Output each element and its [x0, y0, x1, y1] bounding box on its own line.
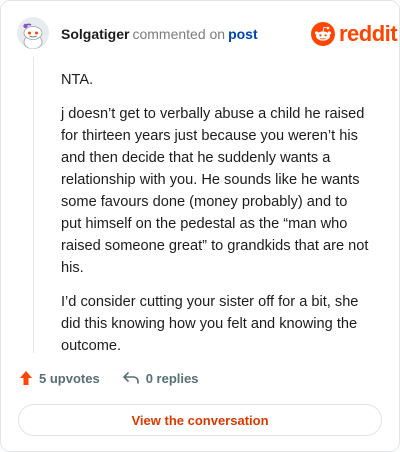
- username-link[interactable]: Solgatiger: [61, 26, 129, 42]
- reddit-wordmark: reddit: [339, 21, 398, 46]
- comment-actions: 5 upvotes 0 replies: [19, 370, 198, 386]
- replies-button[interactable]: 0 replies: [122, 370, 199, 386]
- avatar-icon: [17, 17, 49, 49]
- avatar[interactable]: [17, 17, 49, 49]
- reddit-logo-icon: [311, 22, 335, 46]
- reply-arrow-icon: [122, 372, 139, 384]
- comment-paragraph: j doesn’t get to verbally abuse a child …: [61, 106, 369, 276]
- upvote-button[interactable]: 5 upvotes: [19, 370, 100, 386]
- comment-card: Solgatiger commented on post reddit NTA. j…: [0, 0, 400, 452]
- thread-line: [33, 57, 34, 353]
- comment-body: NTA. j doesn’t get to verbally abuse a c…: [61, 69, 371, 369]
- action-text: commented on: [132, 26, 226, 42]
- post-link[interactable]: post: [228, 26, 258, 42]
- reddit-logo[interactable]: reddit: [311, 21, 398, 47]
- reply-count: 0 replies: [145, 370, 199, 386]
- upvote-count: 5 upvotes: [39, 370, 100, 386]
- upvote-arrow-icon: [20, 371, 32, 385]
- comment-paragraph: I’d consider cutting your sister off for…: [61, 294, 359, 354]
- comment-paragraph: NTA.: [61, 72, 94, 88]
- comment-header: Solgatiger commented on post: [61, 25, 258, 43]
- view-conversation-button[interactable]: View the conversation: [18, 404, 382, 436]
